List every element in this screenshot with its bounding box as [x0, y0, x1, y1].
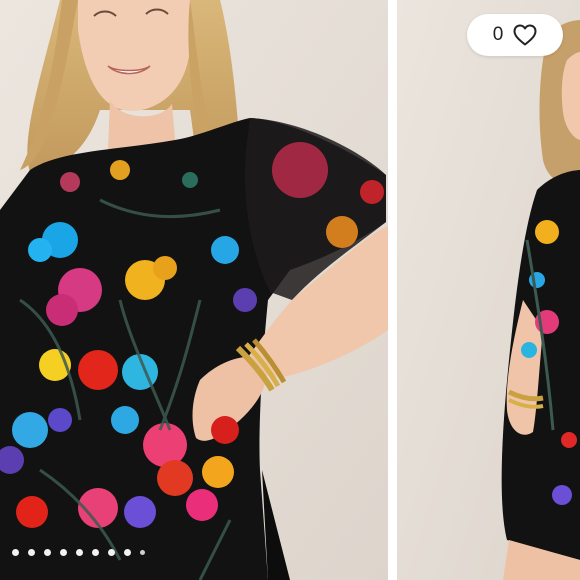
- carousel-pagination: [12, 545, 145, 559]
- carousel-dot[interactable]: [28, 548, 35, 556]
- carousel-dot[interactable]: [44, 548, 51, 556]
- carousel-dot[interactable]: [76, 548, 83, 556]
- heart-outline-icon: [513, 24, 537, 46]
- product-photo-next[interactable]: [397, 0, 580, 580]
- model-in-floral-dress-image: [0, 0, 388, 580]
- carousel-dot[interactable]: [60, 548, 67, 556]
- model-side-view-image: [397, 0, 580, 580]
- carousel-dot[interactable]: [12, 548, 19, 556]
- like-count: 0: [492, 24, 504, 45]
- carousel-dot[interactable]: [124, 548, 131, 556]
- product-photo-main[interactable]: [0, 0, 388, 580]
- carousel-dot[interactable]: [140, 549, 145, 555]
- like-button[interactable]: 0: [467, 14, 563, 56]
- carousel-dot[interactable]: [108, 548, 115, 556]
- image-carousel[interactable]: 0: [0, 0, 580, 580]
- carousel-dot[interactable]: [92, 548, 99, 556]
